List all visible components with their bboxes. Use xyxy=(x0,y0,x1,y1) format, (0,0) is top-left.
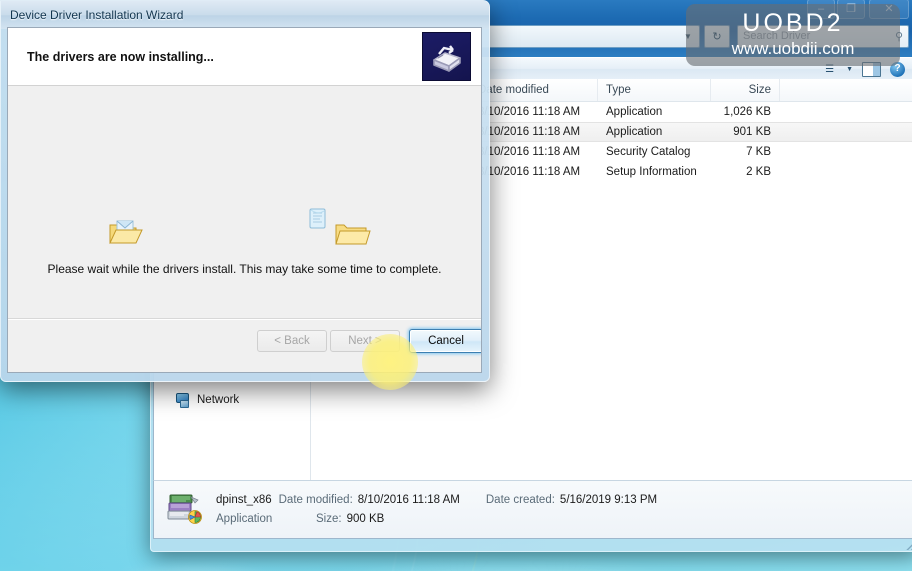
column-header-type[interactable]: Type xyxy=(598,79,711,101)
device-driver-icon xyxy=(422,32,471,81)
application-icon-svg xyxy=(167,494,202,524)
sidebar-item-network[interactable]: Network xyxy=(176,393,240,408)
watermark-url: www.uobdii.com xyxy=(731,38,855,58)
column-header-size[interactable]: Size xyxy=(711,79,780,101)
document-icon xyxy=(309,208,326,229)
back-button[interactable]: < Back xyxy=(257,330,327,352)
cell-filler xyxy=(780,102,912,122)
cell-size: 1,026 KB xyxy=(723,106,771,118)
details-size-value: 900 KB xyxy=(346,512,385,525)
wizard-heading: The drivers are now installing... xyxy=(27,49,214,64)
wizard-body: The drivers are now installing... Please… xyxy=(7,27,482,373)
watermark-brand: UOBD2 xyxy=(742,8,844,37)
cell-filler xyxy=(780,142,912,162)
wizard-message: Please wait while the drivers install. T… xyxy=(47,262,442,276)
cancel-button-label: Cancel xyxy=(428,335,464,347)
details-date-modified-label: Date modified: xyxy=(278,493,353,506)
wizard-content: Please wait while the drivers install. T… xyxy=(8,87,481,319)
details-date-modified-value: 8/10/2016 11:18 AM xyxy=(357,493,460,506)
application-icon xyxy=(166,491,206,529)
details-date-created-label: Date created: xyxy=(485,493,555,506)
watermark-overlay: UOBD2 www.uobdii.com xyxy=(686,4,900,66)
cell-size: 901 KB xyxy=(733,126,771,138)
sidebar-item-label: Network xyxy=(197,394,240,406)
cell-filler xyxy=(780,123,912,141)
details-file-name: dpinst_x86 xyxy=(216,493,272,506)
resize-grip[interactable] xyxy=(903,540,912,550)
open-folder-icon xyxy=(109,220,143,244)
next-button[interactable]: Next > xyxy=(330,330,400,352)
wizard-footer: < Back Next > Cancel xyxy=(8,318,481,372)
chevron-down-icon[interactable]: ▼ xyxy=(846,66,853,73)
page-title: Device Driver Installation Wizard xyxy=(10,8,184,22)
details-file-type: Application xyxy=(216,512,273,525)
cell-type: Application xyxy=(606,126,663,138)
network-icon xyxy=(176,393,191,408)
back-button-label: < Back xyxy=(274,335,310,347)
details-size-label: Size: xyxy=(316,512,342,525)
cell-size: 2 KB xyxy=(746,166,771,178)
cell-type: Security Catalog xyxy=(606,146,691,158)
details-row-primary: dpinst_x86 Date modified: 8/10/2016 11:1… xyxy=(216,491,657,510)
closed-folder-icon xyxy=(335,224,371,245)
details-pane: dpinst_x86 Date modified: 8/10/2016 11:1… xyxy=(153,480,912,539)
device-driver-icon-svg xyxy=(432,44,461,72)
cell-size: 7 KB xyxy=(746,146,771,158)
cancel-button[interactable]: Cancel xyxy=(409,329,481,353)
details-metadata: dpinst_x86 Date modified: 8/10/2016 11:1… xyxy=(216,491,657,529)
column-header-filler xyxy=(780,79,912,101)
wizard-title-bar[interactable]: Device Driver Installation Wizard xyxy=(1,1,489,29)
screen: – ❐ ✕ ◀ ▶ ▼ ↻ Search Driver ⚲ xyxy=(0,0,912,571)
wallpaper-glow xyxy=(95,560,295,571)
device-driver-installation-wizard-dialog[interactable]: Device Driver Installation Wizard The dr… xyxy=(0,0,490,382)
cell-type: Setup Information xyxy=(606,166,697,178)
wallpaper-glow xyxy=(300,555,720,571)
wizard-header: The drivers are now installing... xyxy=(8,28,481,86)
details-row-secondary: Application Size: 900 KB xyxy=(216,510,657,529)
cell-type: Application xyxy=(606,106,663,118)
details-date-created-value: 5/16/2019 9:13 PM xyxy=(559,493,658,506)
cell-filler xyxy=(780,162,912,182)
next-button-label: Next > xyxy=(348,335,382,347)
